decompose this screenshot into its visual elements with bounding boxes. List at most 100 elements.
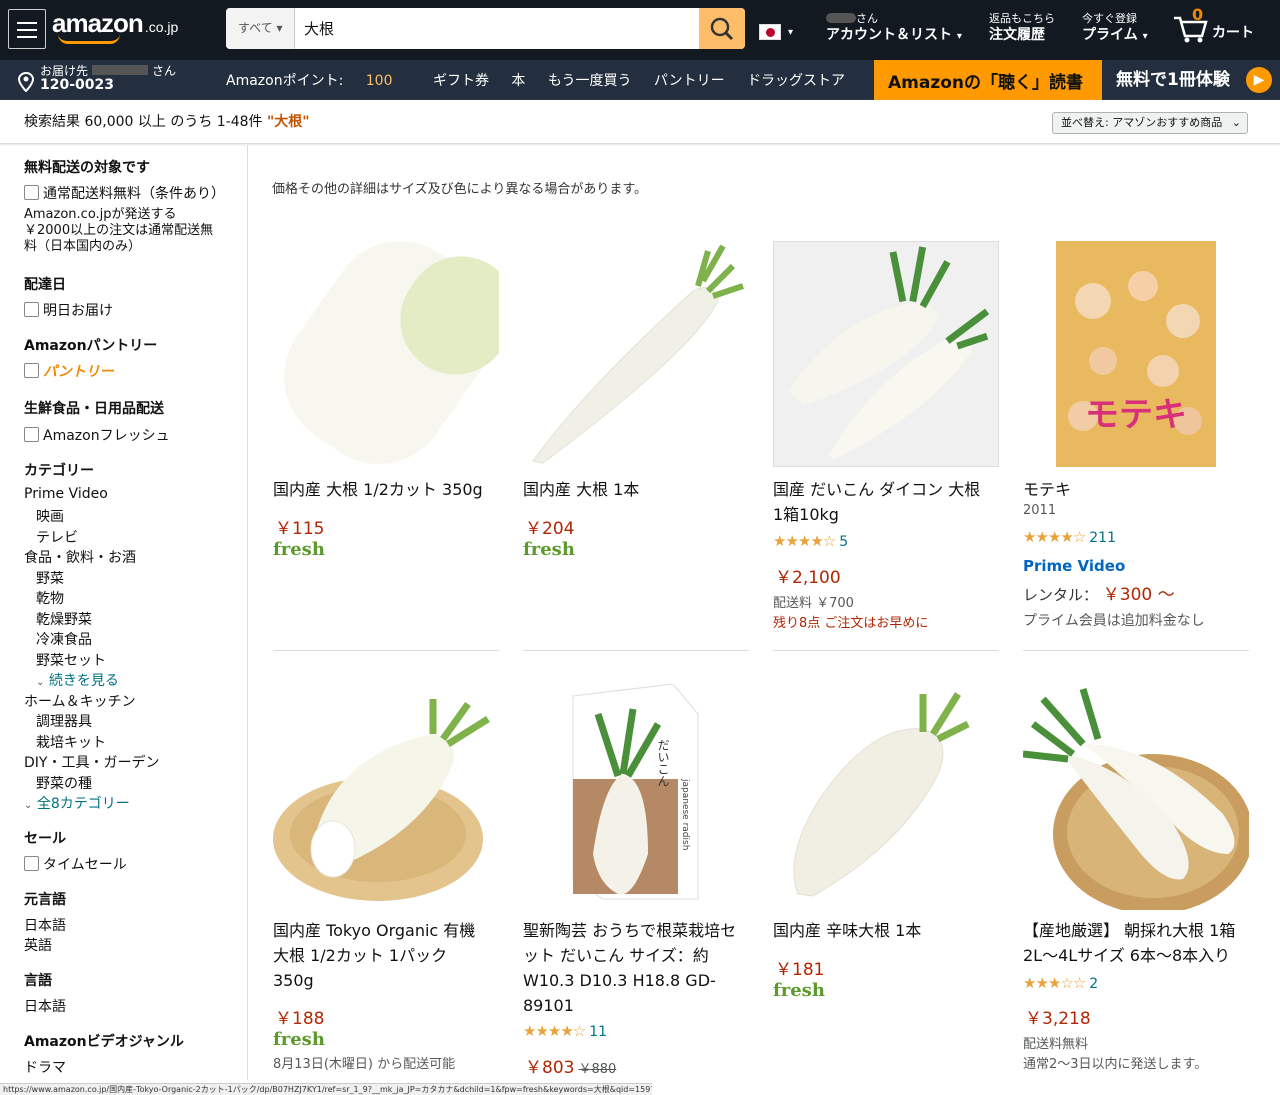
product-title[interactable]: 国内産 大根 1/2カット 350g <box>273 477 499 502</box>
product-price: ￥181 <box>775 960 825 980</box>
category-diy[interactable]: DIY・工具・ガーデン <box>24 752 159 772</box>
filter-heading-delivery: 配達日 <box>24 277 66 293</box>
points-link[interactable]: Amazonポイント: 100 <box>226 73 411 89</box>
genre-drama[interactable]: ドラマ <box>24 1057 66 1077</box>
list-price: ￥880 <box>578 1062 617 1077</box>
free-shipping-note: Amazon.co.jpが発送する ￥2000以上の注文は通常配送無 料（日本国内の… <box>24 207 214 254</box>
chevron-down-icon: ⌄ <box>24 800 33 811</box>
product-image[interactable] <box>523 241 749 467</box>
original-language-japanese[interactable]: 日本語 <box>24 915 66 935</box>
all-categories-link[interactable]: ⌄ 全8カテゴリー <box>24 793 130 813</box>
sort-dropdown[interactable]: 並べ替え: アマゾンおすすめ商品 ⌄ <box>1052 112 1248 134</box>
checkbox[interactable] <box>24 856 39 871</box>
category-seeds[interactable]: 野菜の種 <box>36 773 92 793</box>
filter-time-sale[interactable]: タイムセール <box>24 854 127 874</box>
menu-icon[interactable] <box>8 9 46 49</box>
review-count[interactable]: 211 <box>1089 530 1116 546</box>
redacted-name <box>826 13 856 23</box>
pantry-link[interactable]: パントリー <box>654 73 725 89</box>
see-more-link[interactable]: ⌄ 続きを見る <box>36 670 119 690</box>
books-link[interactable]: 本 <box>511 73 525 89</box>
checkbox[interactable] <box>24 302 39 317</box>
product-title[interactable]: 【産地厳選】 朝採れ大根 1箱 2L～4Lサイズ 6本～8本入り <box>1023 918 1249 968</box>
product-image[interactable] <box>1023 684 1249 910</box>
category-vegetable-set[interactable]: 野菜セット <box>36 650 106 670</box>
category-dried-goods[interactable]: 乾物 <box>36 588 64 608</box>
product-price: ￥803 ￥880 <box>525 1058 617 1078</box>
category-vegetables[interactable]: 野菜 <box>36 568 64 588</box>
deliver-to-button[interactable]: お届け先 さん 120-0023 <box>18 64 176 92</box>
filter-pantry[interactable]: パントリー <box>24 361 114 381</box>
language-flag-icon[interactable] <box>759 24 781 40</box>
search-category-dropdown[interactable]: すべて ▾ <box>226 8 295 49</box>
rating-stars[interactable]: ★★★★☆ 11 <box>523 1022 607 1040</box>
category-tv[interactable]: テレビ <box>36 527 78 547</box>
category-cookware[interactable]: 調理器具 <box>36 711 92 731</box>
filter-free-shipping[interactable]: 通常配送料無料（条件あり） <box>24 183 225 203</box>
checkbox[interactable] <box>24 427 39 442</box>
product-image[interactable]: モテキ <box>1023 241 1249 467</box>
category-prime-video[interactable]: Prime Video <box>24 486 108 502</box>
review-count[interactable]: 2 <box>1089 976 1098 992</box>
rating-stars[interactable]: ★★★★☆ 5 <box>773 532 848 550</box>
original-language-english[interactable]: 英語 <box>24 935 52 955</box>
checkbox[interactable] <box>24 185 39 200</box>
product-title[interactable]: モテキ <box>1023 477 1249 502</box>
product-title[interactable]: 聖新陶芸 おうちで根菜栽培セ ット だいこん サイズ：約 W10.3 D10.3 H… <box>523 918 749 1018</box>
review-count[interactable]: 11 <box>589 1024 607 1040</box>
poster-title: モテキ <box>1085 395 1187 435</box>
shipping-fee: 配送料無料 <box>1023 1037 1089 1052</box>
prime-video-label[interactable]: Prime Video <box>1023 557 1125 575</box>
language-japanese[interactable]: 日本語 <box>24 996 66 1016</box>
product-image[interactable]: だいこん japanese radish <box>523 684 749 910</box>
results-query: "大根" <box>267 114 310 130</box>
product-price: ￥204 <box>525 519 575 539</box>
product-image[interactable] <box>773 684 999 910</box>
fresh-badge: fresh <box>773 980 825 1001</box>
checkbox[interactable] <box>24 363 39 378</box>
product-title[interactable]: 国産 だいこん ダイコン 大根 1箱10kg <box>773 477 999 527</box>
results-summary-bar: 検索結果 60,000 以上 のうち 1-48件 "大根" 並べ替え: アマゾン… <box>0 100 1280 144</box>
top-nav-bar: amazon.co.jp すべて ▾ ▾ さん アカウント＆リスト ▾ 返品もこ… <box>0 0 1280 60</box>
filter-amazon-fresh[interactable]: Amazonフレッシュ <box>24 425 170 445</box>
search-button[interactable] <box>699 8 745 49</box>
row-divider <box>273 650 499 651</box>
category-food[interactable]: 食品・飲料・お酒 <box>24 547 136 567</box>
product-title[interactable]: 国内産 Tokyo Organic 有機 大根 1/2カット 1パック 350g <box>273 918 499 993</box>
review-count[interactable]: 5 <box>839 534 848 550</box>
audible-promo-banner[interactable]: Amazonの「聴く」読書 無料で1冊体験 ▶ <box>874 60 1280 100</box>
product-image[interactable] <box>273 684 499 910</box>
chevron-down-icon: ⌄ <box>1231 116 1241 129</box>
buy-again-link[interactable]: もう一度買う <box>548 73 632 89</box>
fresh-badge: fresh <box>273 539 325 560</box>
chevron-down-icon[interactable]: ▾ <box>788 26 793 40</box>
category-movie[interactable]: 映画 <box>36 506 64 526</box>
product-image[interactable] <box>273 241 499 467</box>
category-frozen[interactable]: 冷凍食品 <box>36 629 92 649</box>
product-image[interactable] <box>773 241 999 467</box>
rating-stars[interactable]: ★★★★☆ 211 <box>1023 528 1116 546</box>
box-label: だいこん <box>656 739 670 787</box>
product-price: ￥188 <box>275 1009 325 1029</box>
category-grow-kit[interactable]: 栽培キット <box>36 732 106 752</box>
stock-warning: 残り8点 ご注文はお早めに <box>773 616 929 631</box>
shipping-fee: 配送料 ￥700 <box>773 596 854 611</box>
cart-label: カート <box>1212 25 1254 41</box>
drugstore-link[interactable]: ドラッグストア <box>747 73 845 89</box>
product-title[interactable]: 国内産 辛味大根 1本 <box>773 918 999 943</box>
search-input[interactable] <box>296 8 700 49</box>
product-price: ￥3,218 <box>1025 1009 1091 1029</box>
account-lists-button[interactable]: さん アカウント＆リスト ▾ <box>826 12 962 46</box>
orders-button[interactable]: 返品もこちら 注文履歴 <box>989 12 1055 44</box>
product-price: ￥2,100 <box>775 568 841 588</box>
category-home-kitchen[interactable]: ホーム＆キッチン <box>24 691 136 711</box>
product-title[interactable]: 国内産 大根 1本 <box>523 477 749 502</box>
rental-price[interactable]: レンタル： ￥300 〜 <box>1023 580 1175 605</box>
prime-button[interactable]: 今すぐ登録 プライム ▾ <box>1082 12 1148 46</box>
category-dried-vegetables[interactable]: 乾燥野菜 <box>36 609 92 629</box>
filter-tomorrow[interactable]: 明日お届け <box>24 300 113 320</box>
rating-stars[interactable]: ★★★☆☆ 2 <box>1023 974 1098 992</box>
gift-card-link[interactable]: ギフト券 <box>433 73 489 89</box>
redacted-name <box>92 65 149 75</box>
promo-text: Amazonの「聴く」読書 <box>888 73 1084 93</box>
